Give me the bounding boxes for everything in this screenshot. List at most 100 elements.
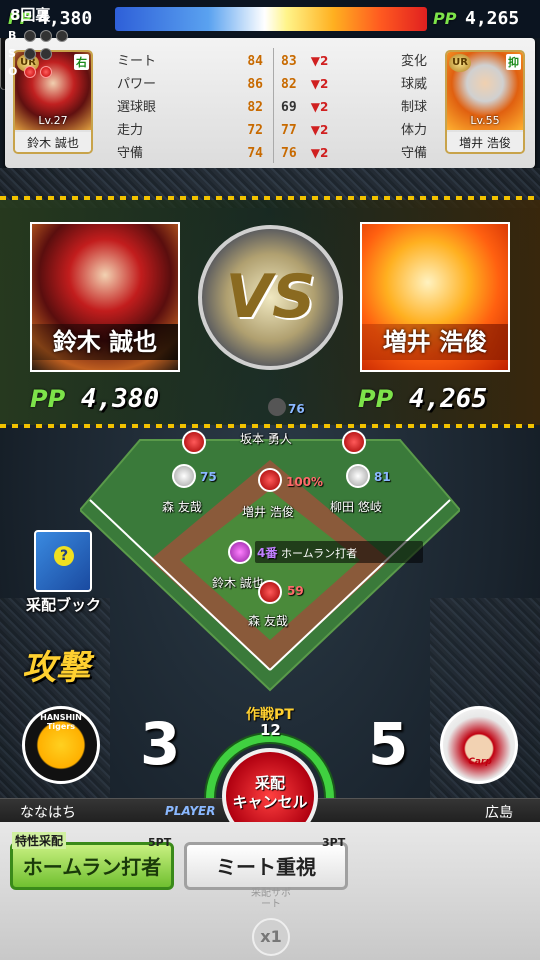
- fielder-marker[interactable]: [342, 430, 366, 454]
- batter-card[interactable]: UR 右 Lv.27 鈴木 誠也: [13, 50, 93, 154]
- away-team-logo-text: Carp: [468, 757, 492, 767]
- skill-cost: 3PT: [322, 836, 346, 849]
- fielder-name: 坂本 勇人: [240, 432, 292, 446]
- away-team-logo: Carp: [440, 706, 518, 784]
- vs-text: VS: [225, 262, 316, 332]
- batter-marker[interactable]: [228, 540, 252, 564]
- pitcher-rating: 100%: [286, 475, 324, 489]
- stat-value: 69: [281, 100, 297, 115]
- stat-label: 走力: [117, 123, 144, 138]
- pitcher-stat-row: 83 ▼2 変化: [281, 50, 431, 73]
- stat-value: 86: [247, 77, 263, 92]
- strike-dot: [24, 48, 36, 60]
- pitcher-card[interactable]: UR 抑 Lv.55 増井 浩俊: [445, 50, 525, 154]
- right-pp-value: 4,265: [465, 8, 520, 29]
- home-team-logo: HANSHIN Tigers: [22, 706, 100, 784]
- attack-label: 攻撃: [22, 648, 90, 688]
- vs-emblem: VS: [198, 225, 343, 370]
- stat-down-indicator: ▼2: [310, 146, 329, 160]
- ball-dot: [56, 30, 68, 42]
- stats-panel: UR 右 Lv.27 鈴木 誠也 UR 抑 Lv.55 増井 浩俊 ミート 84…: [5, 38, 535, 168]
- pp-bar-container: PP 4,380 PP 4,265: [0, 0, 540, 38]
- support-multiplier: x1: [252, 918, 290, 956]
- batter-trait-tag: ホームラン打者: [281, 547, 358, 560]
- away-score: 5: [368, 710, 409, 778]
- fielder-marker[interactable]: [346, 464, 370, 488]
- pitcher-stat-row: 82 ▼2 球威: [281, 73, 431, 96]
- pitcher-pp-total: PP 4,265: [358, 384, 487, 414]
- skill-button-meet[interactable]: ミート重視: [184, 842, 348, 890]
- catcher-name: 森 友哉: [248, 614, 288, 628]
- stat-label: 守備: [400, 146, 427, 161]
- skill-label: ホームラン打者: [22, 855, 162, 879]
- away-team-name: 広島: [485, 805, 513, 821]
- home-score: 3: [140, 710, 181, 778]
- stat-label: 守備: [117, 146, 144, 161]
- pitcher-marker[interactable]: [258, 468, 282, 492]
- stat-label: 選球眼: [117, 100, 157, 115]
- inning-label: 8回裏: [10, 6, 51, 24]
- cancel-line2: キャンセル: [232, 793, 308, 811]
- player-indicator: PLAYER: [165, 804, 216, 818]
- support-label: 采配サポート: [251, 888, 291, 910]
- stat-down-indicator: ▼2: [310, 77, 329, 91]
- skill-cost: 5PT: [148, 836, 172, 849]
- strike-label: S: [8, 47, 16, 60]
- hidden-fielder-marker: [268, 398, 286, 416]
- stat-value: 82: [281, 77, 297, 92]
- batter-stat-row: 走力 72: [117, 119, 267, 142]
- pitcher-level: Lv.55: [470, 114, 500, 127]
- out-dot: [40, 66, 52, 78]
- stat-down-indicator: ▼2: [310, 54, 329, 68]
- home-player-name: ななはち: [20, 805, 76, 821]
- support-button[interactable]: 采配サポート x1: [246, 888, 296, 958]
- strategy-book-button[interactable]: ? 采配ブック: [22, 530, 112, 620]
- batter-stat-row: パワー 86: [117, 73, 267, 96]
- skill-panel: ホームラン打者 特性采配 5PT ミート重視 3PT 采配サポート x1: [0, 822, 540, 960]
- pp-value: 4,265: [408, 384, 488, 414]
- out-dot: [24, 66, 36, 78]
- stat-value: 76: [281, 146, 297, 161]
- catcher-marker[interactable]: [258, 580, 282, 604]
- stat-value: 74: [247, 146, 263, 161]
- fielder-marker[interactable]: [172, 464, 196, 488]
- batter-portrait-large: 鈴木 誠也: [30, 222, 180, 372]
- stitch-top: [0, 196, 540, 200]
- stat-label: 制球: [400, 100, 427, 115]
- batter-card-name: 鈴木 誠也: [15, 132, 91, 152]
- tactic-points-value: 12: [260, 721, 281, 739]
- batter-pp-total: PP 4,380: [30, 384, 159, 414]
- pp-comparison-bar: [115, 7, 427, 31]
- stats-divider: [273, 48, 274, 163]
- stat-label: 体力: [400, 123, 427, 138]
- pp-label: PP: [358, 385, 394, 413]
- stat-label: 変化: [400, 54, 427, 69]
- question-icon: ?: [54, 546, 74, 566]
- stat-value: 84: [247, 54, 263, 69]
- book-icon: ?: [34, 530, 92, 592]
- stat-value: 82: [247, 100, 263, 115]
- fielder-rating: 75: [200, 470, 217, 484]
- stat-value: 77: [281, 123, 297, 138]
- skill-button-homerun[interactable]: ホームラン打者: [10, 842, 174, 890]
- batter-order: 4番: [257, 546, 278, 560]
- out-label: O: [8, 65, 18, 78]
- batter-stat-row: 選球眼 82: [117, 96, 267, 119]
- fielder-name: 柳田 悠岐: [330, 500, 382, 514]
- pitcher-name-plate: 増井 浩俊: [362, 324, 508, 360]
- handedness-badge: 右: [74, 54, 89, 70]
- fielder-name: 森 友哉: [162, 500, 202, 514]
- pp-label: PP: [30, 385, 66, 413]
- pp-value: 4,380: [80, 384, 160, 414]
- stat-value: 83: [281, 54, 297, 69]
- pitcher-stat-row: 69 ▼2 制球: [281, 96, 431, 119]
- stat-label: 球威: [400, 77, 427, 92]
- pitcher-stat-row: 76 ▼2 守備: [281, 142, 431, 165]
- strategy-book-label: 采配ブック: [26, 596, 102, 614]
- strike-dot: [40, 48, 52, 60]
- pitcher-card-name: 増井 浩俊: [447, 132, 523, 152]
- fielder-marker[interactable]: [182, 430, 206, 454]
- ball-label: B: [8, 29, 17, 42]
- rarity-badge: UR: [449, 54, 471, 72]
- batter-stat-row: 守備 74: [117, 142, 267, 165]
